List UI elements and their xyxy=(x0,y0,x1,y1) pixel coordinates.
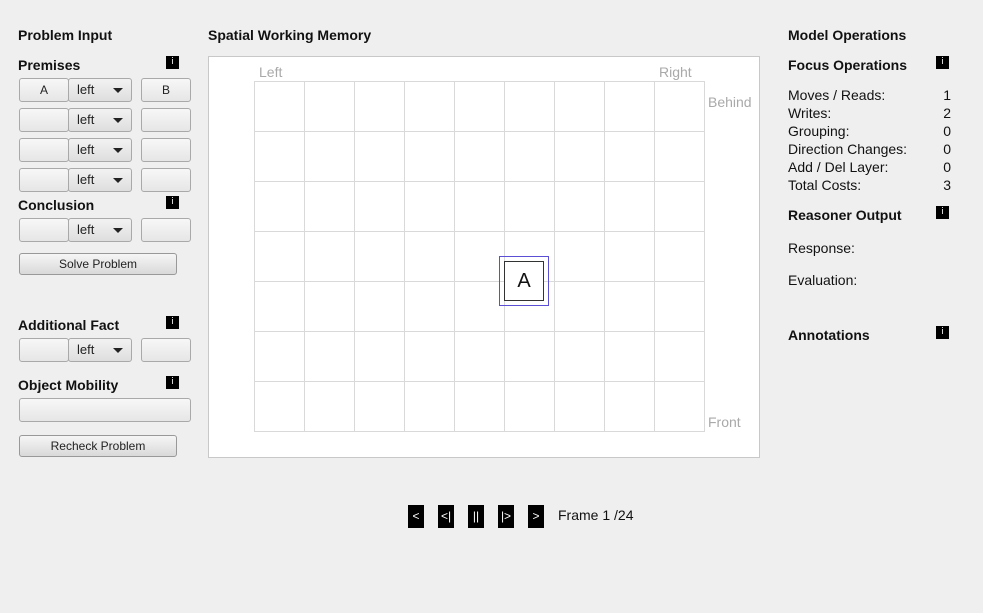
solve-problem-button[interactable]: Solve Problem xyxy=(19,253,177,275)
premise-4-relation-value: left xyxy=(77,172,95,187)
problem-input-title: Problem Input xyxy=(18,27,113,43)
moves-reads-label: Moves / Reads: xyxy=(788,87,886,103)
reasoner-output-title: Reasoner Output xyxy=(788,207,902,223)
response-label: Response: xyxy=(788,240,855,256)
next-step-forward-button[interactable]: > xyxy=(528,505,544,528)
conclusion-relation-value: left xyxy=(77,222,95,237)
spatial-working-memory-canvas: Left Right Behind Front A xyxy=(208,56,760,458)
conclusion-info-icon[interactable]: i xyxy=(166,196,179,209)
chevron-down-icon xyxy=(113,348,123,353)
additional-fact-info-icon[interactable]: i xyxy=(166,316,179,329)
left-direction-label: Left xyxy=(259,64,283,80)
reasoner-output-info-icon[interactable]: i xyxy=(936,206,949,219)
grouping-label: Grouping: xyxy=(788,123,850,139)
front-direction-label: Front xyxy=(708,414,741,430)
direction-changes-value: 0 xyxy=(943,141,951,157)
premise-2-object-input[interactable] xyxy=(141,108,191,132)
right-direction-label: Right xyxy=(659,64,692,80)
chevron-down-icon xyxy=(113,148,123,153)
premise-1-relation-select[interactable]: left xyxy=(68,78,132,102)
premises-info-icon[interactable]: i xyxy=(166,56,179,69)
premise-1-relation-value: left xyxy=(77,82,95,97)
annotations-title: Annotations xyxy=(788,327,870,343)
focus-operations-info-icon[interactable]: i xyxy=(936,56,949,69)
premise-1-object-input[interactable]: B xyxy=(141,78,191,102)
premise-1-subject-input[interactable]: A xyxy=(19,78,69,102)
premise-4-relation-select[interactable]: left xyxy=(68,168,132,192)
premise-2-subject-input[interactable] xyxy=(19,108,69,132)
premises-title: Premises xyxy=(18,57,81,73)
additional-relation-value: left xyxy=(77,342,95,357)
recheck-problem-button[interactable]: Recheck Problem xyxy=(19,435,177,457)
chevron-down-icon xyxy=(113,118,123,123)
additional-fact-title: Additional Fact xyxy=(18,317,120,333)
additional-subject-input[interactable] xyxy=(19,338,69,362)
add-del-layer-value: 0 xyxy=(943,159,951,175)
focus-operations-title: Focus Operations xyxy=(788,57,908,73)
premise-2-relation-value: left xyxy=(77,112,95,127)
premise-3-relation-select[interactable]: left xyxy=(68,138,132,162)
frame-counter: Frame 1 /24 xyxy=(558,507,634,523)
object-mobility-input[interactable] xyxy=(19,398,191,422)
memory-grid: A xyxy=(254,81,705,432)
total-costs-value: 3 xyxy=(943,177,951,193)
behind-direction-label: Behind xyxy=(708,94,752,110)
last-frame-button[interactable]: |> xyxy=(498,505,514,528)
premise-3-relation-value: left xyxy=(77,142,95,157)
model-operations-title: Model Operations xyxy=(788,27,907,43)
conclusion-subject-input[interactable] xyxy=(19,218,69,242)
additional-object-input[interactable] xyxy=(141,338,191,362)
writes-value: 2 xyxy=(943,105,951,121)
object-mobility-title: Object Mobility xyxy=(18,377,119,393)
object-mobility-info-icon[interactable]: i xyxy=(166,376,179,389)
conclusion-title: Conclusion xyxy=(18,197,95,213)
writes-label: Writes: xyxy=(788,105,832,121)
first-frame-button[interactable]: <| xyxy=(438,505,454,528)
total-costs-label: Total Costs: xyxy=(788,177,862,193)
moves-reads-value: 1 xyxy=(943,87,951,103)
grouping-value: 0 xyxy=(943,123,951,139)
annotations-info-icon[interactable]: i xyxy=(936,326,949,339)
chevron-down-icon xyxy=(113,178,123,183)
premise-3-object-input[interactable] xyxy=(141,138,191,162)
conclusion-object-input[interactable] xyxy=(141,218,191,242)
premise-4-object-input[interactable] xyxy=(141,168,191,192)
add-del-layer-label: Add / Del Layer: xyxy=(788,159,889,175)
evaluation-label: Evaluation: xyxy=(788,272,858,288)
object-a: A xyxy=(504,261,544,301)
next-step-back-button[interactable]: < xyxy=(408,505,424,528)
pause-button[interactable]: || xyxy=(468,505,484,528)
direction-changes-label: Direction Changes: xyxy=(788,141,908,157)
additional-relation-select[interactable]: left xyxy=(68,338,132,362)
focus-marker: A xyxy=(499,256,549,306)
workspace-title: Spatial Working Memory xyxy=(208,27,372,43)
premise-3-subject-input[interactable] xyxy=(19,138,69,162)
premise-4-subject-input[interactable] xyxy=(19,168,69,192)
chevron-down-icon xyxy=(113,228,123,233)
chevron-down-icon xyxy=(113,88,123,93)
conclusion-relation-select[interactable]: left xyxy=(68,218,132,242)
premise-2-relation-select[interactable]: left xyxy=(68,108,132,132)
